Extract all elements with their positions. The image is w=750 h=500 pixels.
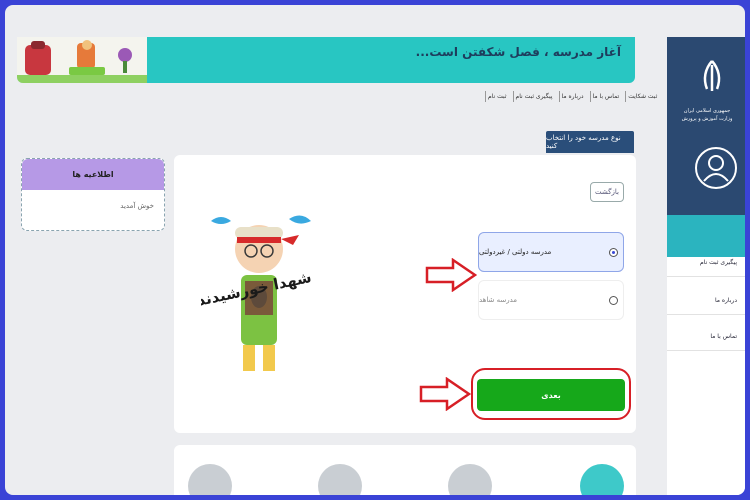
sidebar-accent bbox=[667, 215, 745, 257]
sidebar-item-about[interactable]: درباره ما bbox=[667, 297, 745, 315]
option-label: مدرسه دولتی / غیردولتی bbox=[479, 248, 552, 256]
screen: آغاز مدرسه ، فصل شکفتن است... ثبت نام پی… bbox=[5, 5, 745, 495]
nav-contact[interactable]: تماس با ما bbox=[589, 91, 622, 102]
red-arrow-icon bbox=[419, 377, 471, 411]
back-label: بازگشت bbox=[595, 188, 619, 196]
emblem-icon bbox=[703, 60, 721, 91]
user-avatar-icon[interactable] bbox=[695, 147, 737, 189]
ministry-line-2: وزارت آموزش و پرورش bbox=[681, 116, 733, 122]
nav-about[interactable]: درباره ما bbox=[558, 91, 586, 102]
option-public-school[interactable]: مدرسه دولتی / غیردولتی bbox=[478, 232, 624, 272]
header-banner: آغاز مدرسه ، فصل شکفتن است... bbox=[17, 37, 635, 83]
right-sidebar: جمهوری اسلامی ایران وزارت آموزش و پرورش … bbox=[667, 37, 745, 495]
service-icon[interactable] bbox=[448, 464, 492, 495]
sidebar-item-contact[interactable]: تماس با ما bbox=[667, 333, 745, 351]
school-type-card: بازگشت مدرسه دولتی / غیردولتی مدرسه شاهد… bbox=[174, 155, 636, 433]
announcements-card: اطلاعیه ها خوش آمدید bbox=[21, 158, 165, 231]
service-icon[interactable] bbox=[188, 464, 232, 495]
option-shahed-school[interactable]: مدرسه شاهد bbox=[478, 280, 624, 320]
banner-title: آغاز مدرسه ، فصل شکفتن است... bbox=[415, 45, 621, 59]
service-icon[interactable] bbox=[580, 464, 624, 495]
top-navigation: ثبت نام پیگیری ثبت نام درباره ما تماس با… bbox=[485, 91, 659, 102]
radio-unchecked[interactable] bbox=[609, 296, 618, 305]
nav-track-registration[interactable]: پیگیری ثبت نام bbox=[512, 91, 555, 102]
services-card bbox=[174, 445, 636, 495]
announcements-body: خوش آمدید bbox=[120, 202, 154, 210]
service-icon[interactable] bbox=[318, 464, 362, 495]
nav-complaint[interactable]: ثبت شکایت bbox=[625, 91, 659, 102]
ministry-header: جمهوری اسلامی ایران وزارت آموزش و پرورش bbox=[667, 37, 745, 215]
back-button[interactable]: بازگشت bbox=[590, 182, 624, 202]
option-label: مدرسه شاهد bbox=[479, 296, 518, 304]
next-label: بعدی bbox=[541, 390, 561, 400]
tab-select-school-type: نوع مدرسه خود را انتخاب کنید bbox=[546, 131, 634, 153]
next-button[interactable]: بعدی bbox=[477, 379, 625, 411]
announcements-title: اطلاعیه ها bbox=[22, 159, 164, 190]
school-illustration-banner bbox=[17, 37, 147, 83]
radio-checked[interactable] bbox=[609, 248, 618, 257]
ministry-name: جمهوری اسلامی ایران وزارت آموزش و پرورش bbox=[677, 107, 737, 123]
nav-register[interactable]: ثبت نام bbox=[485, 91, 509, 102]
martyr-illustration: شهدا خورشیدند bbox=[195, 211, 317, 381]
red-arrow-icon bbox=[425, 258, 477, 292]
sidebar-item-track[interactable]: پیگیری ثبت نام bbox=[667, 259, 745, 277]
ministry-line-1: جمهوری اسلامی ایران bbox=[683, 108, 731, 114]
